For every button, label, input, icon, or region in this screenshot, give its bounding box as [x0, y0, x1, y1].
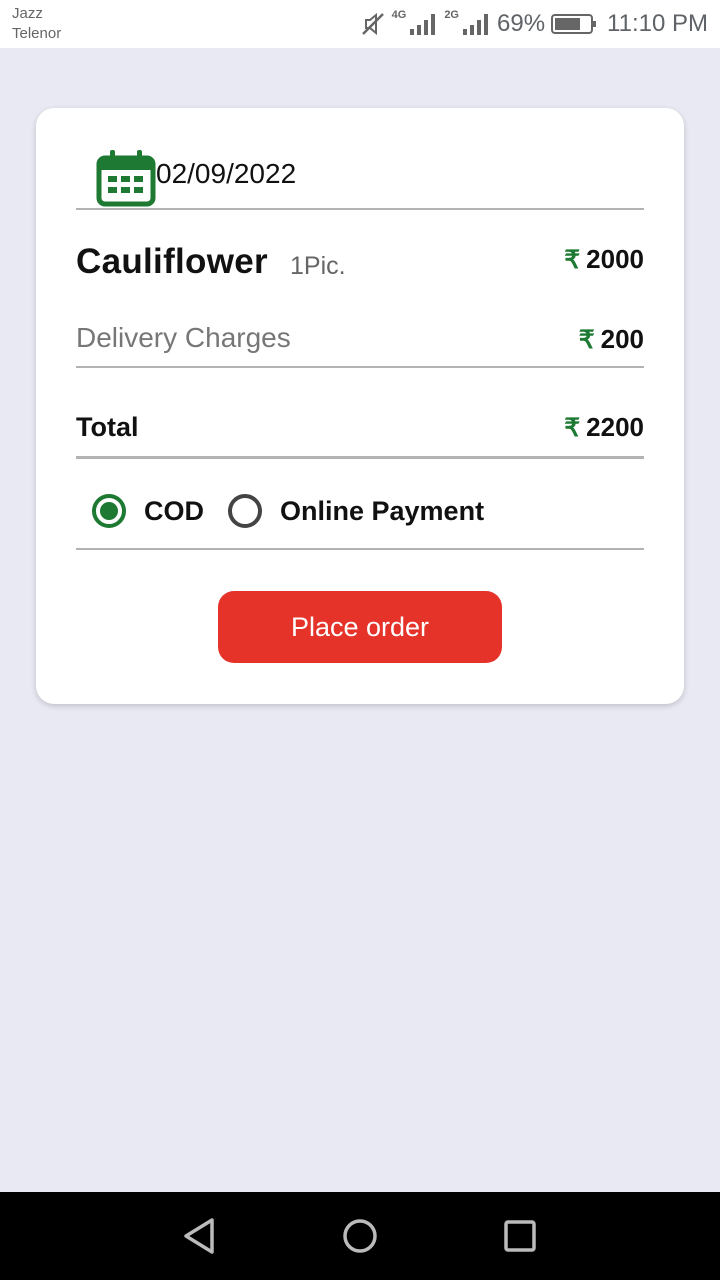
carrier-2: Telenor: [12, 25, 62, 42]
carrier-1: Jazz: [12, 5, 43, 22]
rupee-icon: ₹: [564, 245, 581, 274]
order-summary-card: 02/09/2022 Cauliflower 1Pic. ₹ 2000 Deli…: [36, 108, 684, 704]
system-nav-bar: [0, 1192, 720, 1280]
product-price-value: 2000: [586, 244, 644, 274]
date-picker-field[interactable]: 02/09/2022: [76, 148, 644, 210]
rupee-icon: ₹: [564, 413, 581, 442]
radio-checked-icon[interactable]: [92, 494, 126, 528]
network-2-label: 2G: [444, 9, 459, 21]
total-label: Total: [76, 412, 139, 442]
delivery-price: ₹ 200: [579, 324, 644, 355]
mute-icon: [360, 11, 386, 37]
total-price-value: 2200: [586, 412, 644, 442]
status-bar: Jazz Telenor 4G 2G 69% 11:10 PM: [0, 0, 720, 48]
total-price: ₹ 2200: [564, 412, 644, 443]
delivery-charges-row: Delivery Charges ₹ 200: [76, 318, 644, 368]
product-quantity: 1Pic.: [290, 252, 346, 280]
signal-icon: [461, 11, 491, 37]
recent-apps-icon[interactable]: [500, 1216, 540, 1256]
selected-date[interactable]: 02/09/2022: [156, 158, 296, 190]
total-row: Total ₹ 2200: [76, 408, 644, 459]
delivery-charges-label: Delivery Charges: [76, 322, 291, 353]
product-price: ₹ 2000: [564, 244, 644, 275]
calendar-icon[interactable]: [96, 148, 156, 213]
home-icon[interactable]: [340, 1216, 380, 1256]
product-row: Cauliflower 1Pic. ₹ 2000: [76, 238, 644, 288]
battery-icon: [551, 12, 597, 36]
network-1-label: 4G: [391, 9, 407, 21]
payment-option-online[interactable]: Online Payment: [228, 494, 484, 528]
signal-icon: [408, 11, 438, 37]
back-icon[interactable]: [180, 1216, 220, 1256]
place-order-button[interactable]: Place order: [218, 591, 502, 663]
clock: 11:10 PM: [607, 10, 708, 37]
payment-option-cod[interactable]: COD: [92, 494, 204, 528]
product-name: Cauliflower: [76, 242, 268, 281]
battery-percent: 69%: [497, 10, 546, 37]
status-icons: 4G 2G 69% 11:10 PM: [360, 0, 708, 48]
carrier-names: Jazz Telenor: [12, 4, 61, 44]
payment-option-label[interactable]: Online Payment: [280, 496, 484, 527]
radio-unchecked-icon[interactable]: [228, 494, 262, 528]
payment-option-label[interactable]: COD: [144, 496, 204, 527]
payment-method-group: COD Online Payment: [76, 488, 644, 550]
delivery-price-value: 200: [600, 324, 644, 354]
rupee-icon: ₹: [578, 325, 595, 354]
